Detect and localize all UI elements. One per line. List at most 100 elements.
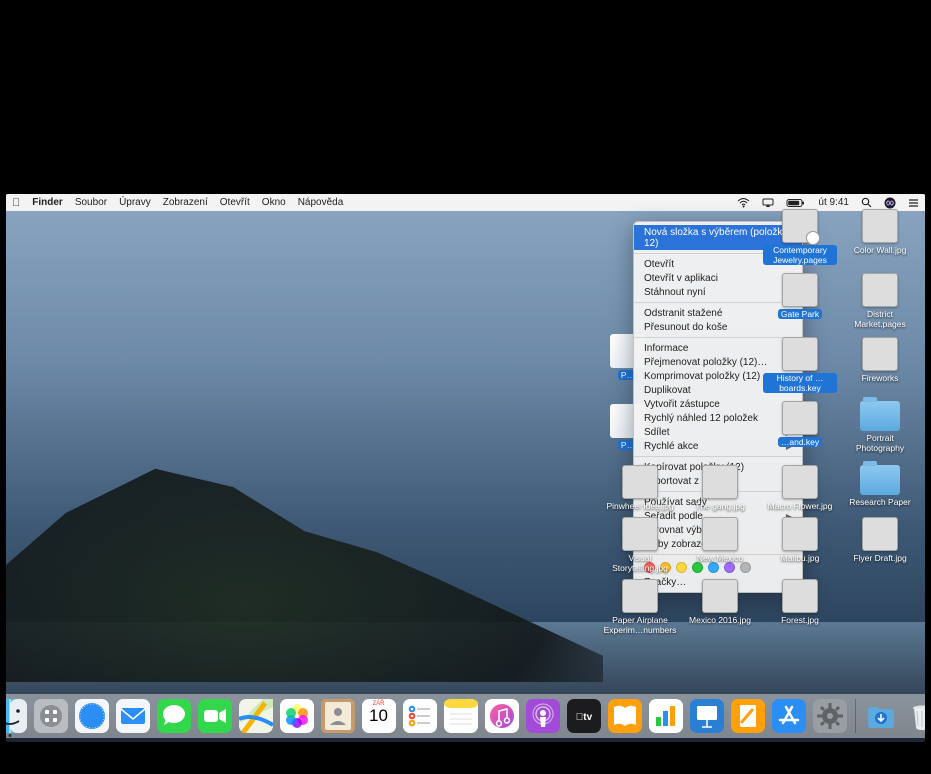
file-thumb (782, 517, 818, 551)
desktop-icon[interactable]: …and.key (763, 401, 837, 459)
desktop-icon[interactable]: Macro Flower.jpg (763, 465, 837, 511)
dock-photos[interactable] (278, 697, 316, 735)
folder-icon (860, 465, 900, 495)
battery-icon[interactable] (786, 198, 806, 208)
dock-books[interactable] (606, 697, 644, 735)
desktop-icon[interactable]: The gang.jpg (683, 465, 757, 511)
dock-mail[interactable] (114, 697, 152, 735)
apple-menu-icon[interactable]:  (12, 197, 20, 209)
file-thumb (622, 517, 658, 551)
desktop-icon-label: Visual Storytelling.jpg (603, 553, 677, 573)
file-thumb (782, 273, 818, 307)
callout-line-left (180, 155, 181, 195)
menubar-app-name[interactable]: Finder (32, 197, 63, 208)
desktop-icon[interactable]: History of …boards.key (763, 337, 837, 395)
desktop-icon-label: District Market.pages (843, 309, 917, 329)
desktop-icon-label: Pinwheel Idea.jpg (606, 501, 673, 511)
spotlight-icon[interactable] (861, 197, 872, 208)
dock: ZÁŘ10 tv (6, 694, 925, 738)
menu-open[interactable]: Otevřít (220, 197, 250, 208)
desktop-icon[interactable]: Paper Airplane Experim…numbers (603, 579, 677, 637)
dock-preferences[interactable] (811, 697, 849, 735)
desktop-icon-label: Mexico 2016.jpg (689, 615, 751, 625)
desktop-icon-label: Forest.jpg (781, 615, 819, 625)
dock-appstore[interactable] (770, 697, 808, 735)
dock-appletv[interactable]: tv (565, 697, 603, 735)
dock-downloads[interactable] (862, 697, 900, 735)
dock-contacts[interactable] (319, 697, 357, 735)
desktop-icon-label: Fireworks (862, 373, 899, 383)
folder-icon (860, 401, 900, 431)
dock-numbers[interactable] (647, 697, 685, 735)
desktop-icon-label: History of …boards.key (763, 373, 837, 393)
airplay-icon[interactable] (762, 198, 774, 208)
desktop-icon-label: New Mexico (697, 553, 743, 563)
dock-keynote[interactable] (688, 697, 726, 735)
dock-podcasts[interactable] (524, 697, 562, 735)
dock-maps[interactable] (237, 697, 275, 735)
desktop-icon[interactable]: Pinwheel Idea.jpg (603, 465, 677, 511)
dock-music[interactable] (483, 697, 521, 735)
dock-reminders[interactable] (401, 697, 439, 735)
file-thumb (862, 209, 898, 243)
desktop-icon[interactable]: District Market.pages (843, 273, 917, 331)
dock-launchpad[interactable] (32, 697, 70, 735)
desktop-icon[interactable]: Color Wall.jpg (843, 209, 917, 267)
dock-messages[interactable] (155, 697, 193, 735)
file-thumb (702, 517, 738, 551)
desktop-icon[interactable]: Mexico 2016.jpg (683, 579, 757, 637)
desktop-icon-label: Flyer Draft.jpg (853, 553, 906, 563)
desktop[interactable]:  Finder Soubor Úpravy Zobrazení Otevřít… (6, 194, 925, 742)
file-thumb (782, 209, 818, 243)
menubar-clock[interactable]: út 9:41 (818, 197, 849, 208)
dock-calendar[interactable]: ZÁŘ10 (360, 697, 398, 735)
file-thumb (862, 337, 898, 371)
desktop-icon[interactable]: New Mexico (683, 517, 757, 573)
dock-notes[interactable] (442, 697, 480, 735)
desktop-icon[interactable]: Forest.jpg (763, 579, 837, 637)
desktop-icons-grid: Contemporary Jewelry.pages Color Wall.jpg… (597, 209, 917, 637)
file-thumb (622, 465, 658, 499)
desktop-icon[interactable]: Visual Storytelling.jpg (603, 517, 677, 573)
file-thumb (782, 579, 818, 613)
file-thumb (782, 401, 818, 435)
svg-text:tv: tv (575, 712, 592, 723)
desktop-icon[interactable]: Portrait Photography (843, 401, 917, 459)
siri-icon[interactable] (884, 197, 896, 209)
desktop-icon-label: …and.key (778, 437, 822, 447)
desktop-icon-label: Portrait Photography (843, 433, 917, 453)
menu-window[interactable]: Okno (262, 197, 286, 208)
desktop-icon-label: The gang.jpg (695, 501, 745, 511)
desktop-icon[interactable]: Contemporary Jewelry.pages (763, 209, 837, 267)
menu-edit[interactable]: Úpravy (119, 197, 151, 208)
desktop-icon-label: Malibu.jpg (781, 553, 820, 563)
desktop-icon-label: Color Wall.jpg (854, 245, 907, 255)
file-thumb (782, 465, 818, 499)
file-thumb (702, 465, 738, 499)
menu-view[interactable]: Zobrazení (163, 197, 208, 208)
desktop-icon[interactable]: Research Paper (843, 465, 917, 511)
dock-facetime[interactable] (196, 697, 234, 735)
dock-finder[interactable] (6, 697, 29, 735)
desktop-icon[interactable]: Flyer Draft.jpg (843, 517, 917, 573)
desktop-icon[interactable]: Malibu.jpg (763, 517, 837, 573)
file-thumb (862, 517, 898, 551)
file-thumb (702, 579, 738, 613)
desktop-icon[interactable]: Fireworks (843, 337, 917, 395)
desktop-icon-label: Contemporary Jewelry.pages (763, 245, 837, 265)
dock-safari[interactable] (73, 697, 111, 735)
menu-file[interactable]: Soubor (75, 197, 107, 208)
dock-trash[interactable] (903, 697, 926, 735)
desktop-icon-label: Paper Airplane Experim…numbers (603, 615, 677, 635)
dock-pages[interactable] (729, 697, 767, 735)
desktop-icon-label: Gate Park (778, 309, 822, 319)
notification-center-icon[interactable] (908, 198, 919, 208)
desktop-icon[interactable]: Gate Park (763, 273, 837, 331)
desktop-icon-label: Macro Flower.jpg (768, 501, 833, 511)
dock-separator (855, 699, 856, 733)
desktop-icon-label: Research Paper (849, 497, 910, 507)
menu-help[interactable]: Nápověda (298, 197, 344, 208)
wifi-icon[interactable] (737, 198, 750, 208)
file-thumb (862, 273, 898, 307)
file-thumb (622, 579, 658, 613)
